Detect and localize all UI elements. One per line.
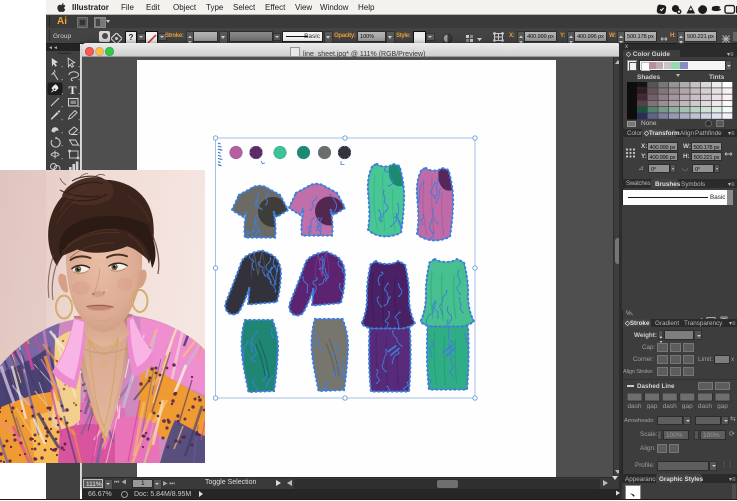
svg-text:gap: gap (682, 403, 693, 409)
svg-text:gap: gap (717, 403, 728, 409)
svg-text:dash: dash (627, 403, 641, 409)
svg-text:T: T (69, 83, 77, 97)
svg-text:dash: dash (698, 403, 712, 409)
svg-text:dash: dash (663, 403, 677, 409)
svg-text:gap: gap (647, 403, 658, 409)
